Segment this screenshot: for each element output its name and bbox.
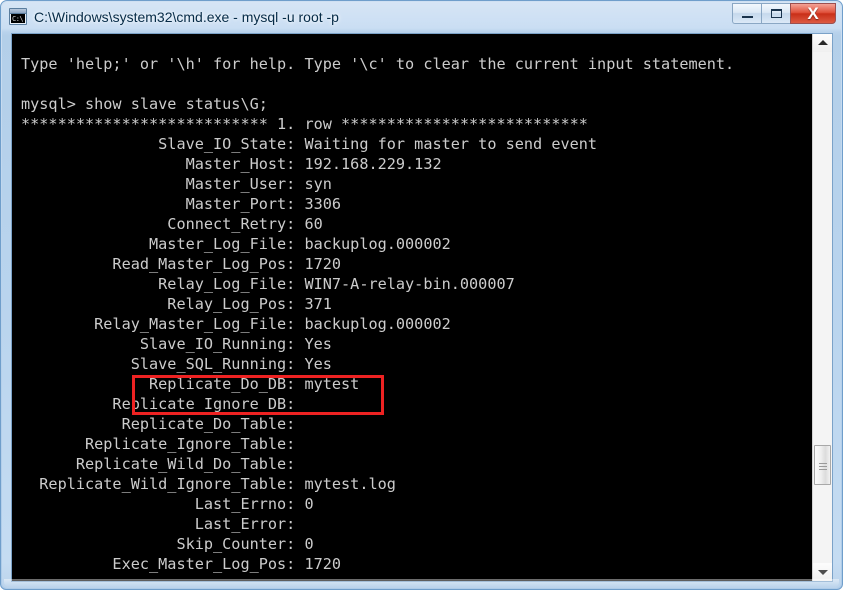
scrollbar-track[interactable] — [813, 52, 832, 563]
console-line: Relay_Log_File: WIN7-A-relay-bin.000007 — [21, 275, 515, 293]
cmd-window: C:\ C:\Windows\system32\cmd.exe - mysql … — [0, 0, 843, 590]
scroll-up-arrow[interactable] — [813, 34, 832, 52]
scroll-down-icon — [818, 570, 828, 575]
console-line: Skip_Counter: 0 — [21, 535, 314, 553]
scrollbar-thumb[interactable] — [814, 445, 831, 485]
console-line: Replicate_Ignore_DB: — [21, 395, 296, 413]
close-icon: X — [807, 4, 819, 23]
console-line: Last_Errno: 0 — [21, 495, 314, 513]
console-line: Master_Log_File: backuplog.000002 — [21, 235, 451, 253]
console-line: Master_User: syn — [21, 175, 332, 193]
caption-buttons: X — [732, 3, 836, 25]
maximize-button[interactable] — [761, 3, 790, 24]
console-line: Relay_Master_Log_File: backuplog.000002 — [21, 315, 451, 333]
console-client-area[interactable]: Type 'help;' or '\h' for help. Type '\c'… — [11, 33, 833, 582]
console-line: Type 'help;' or '\h' for help. Type '\c'… — [21, 55, 735, 73]
console-line: Connect_Retry: 60 — [21, 215, 323, 233]
console-line: Relay_Log_Pos: 371 — [21, 295, 332, 313]
console-line: *************************** 1. row *****… — [21, 115, 588, 133]
console-line: Slave_SQL_Running: Yes — [21, 355, 332, 373]
console-line: Master_Port: 3306 — [21, 195, 342, 213]
console-line: Read_Master_Log_Pos: 1720 — [21, 255, 342, 273]
console-line: Replicate_Do_DB: mytest — [21, 375, 360, 393]
console-line: Replicate_Ignore_Table: — [21, 435, 296, 453]
title-bar[interactable]: C:\ C:\Windows\system32\cmd.exe - mysql … — [2, 2, 841, 32]
thumb-grip-line — [819, 466, 827, 467]
console-line: Replicate_Wild_Do_Table: — [21, 455, 296, 473]
cmd-icon: C:\ — [9, 8, 27, 25]
thumb-grip-line — [819, 469, 827, 470]
console-line: mysql> show slave status\G; — [21, 95, 268, 113]
console-line: Slave_IO_State: Waiting for master to se… — [21, 135, 598, 153]
window-frame-inner: C:\ C:\Windows\system32\cmd.exe - mysql … — [2, 2, 841, 588]
scroll-up-icon — [818, 40, 828, 45]
minimize-icon — [742, 16, 753, 18]
console-line: Replicate_Do_Table: — [21, 415, 296, 433]
window-title: C:\Windows\system32\cmd.exe - mysql -u r… — [34, 9, 339, 25]
console-line: Slave_IO_Running: Yes — [21, 335, 332, 353]
console-line: Master_Host: 192.168.229.132 — [21, 155, 442, 173]
thumb-grip-line — [819, 463, 827, 464]
cmd-icon-screen: C:\ — [11, 14, 25, 23]
console-line: Exec_Master_Log_Pos: 1720 — [21, 555, 342, 573]
console-line: Replicate_Wild_Ignore_Table: mytest.log — [21, 475, 396, 493]
minimize-button[interactable] — [732, 3, 761, 24]
maximize-icon — [771, 9, 782, 18]
scroll-down-arrow[interactable] — [813, 563, 832, 581]
console-output[interactable]: Type 'help;' or '\h' for help. Type '\c'… — [12, 34, 812, 581]
console-line: Last_Error: — [21, 515, 296, 533]
vertical-scrollbar[interactable] — [812, 34, 832, 581]
close-button[interactable]: X — [790, 3, 836, 24]
